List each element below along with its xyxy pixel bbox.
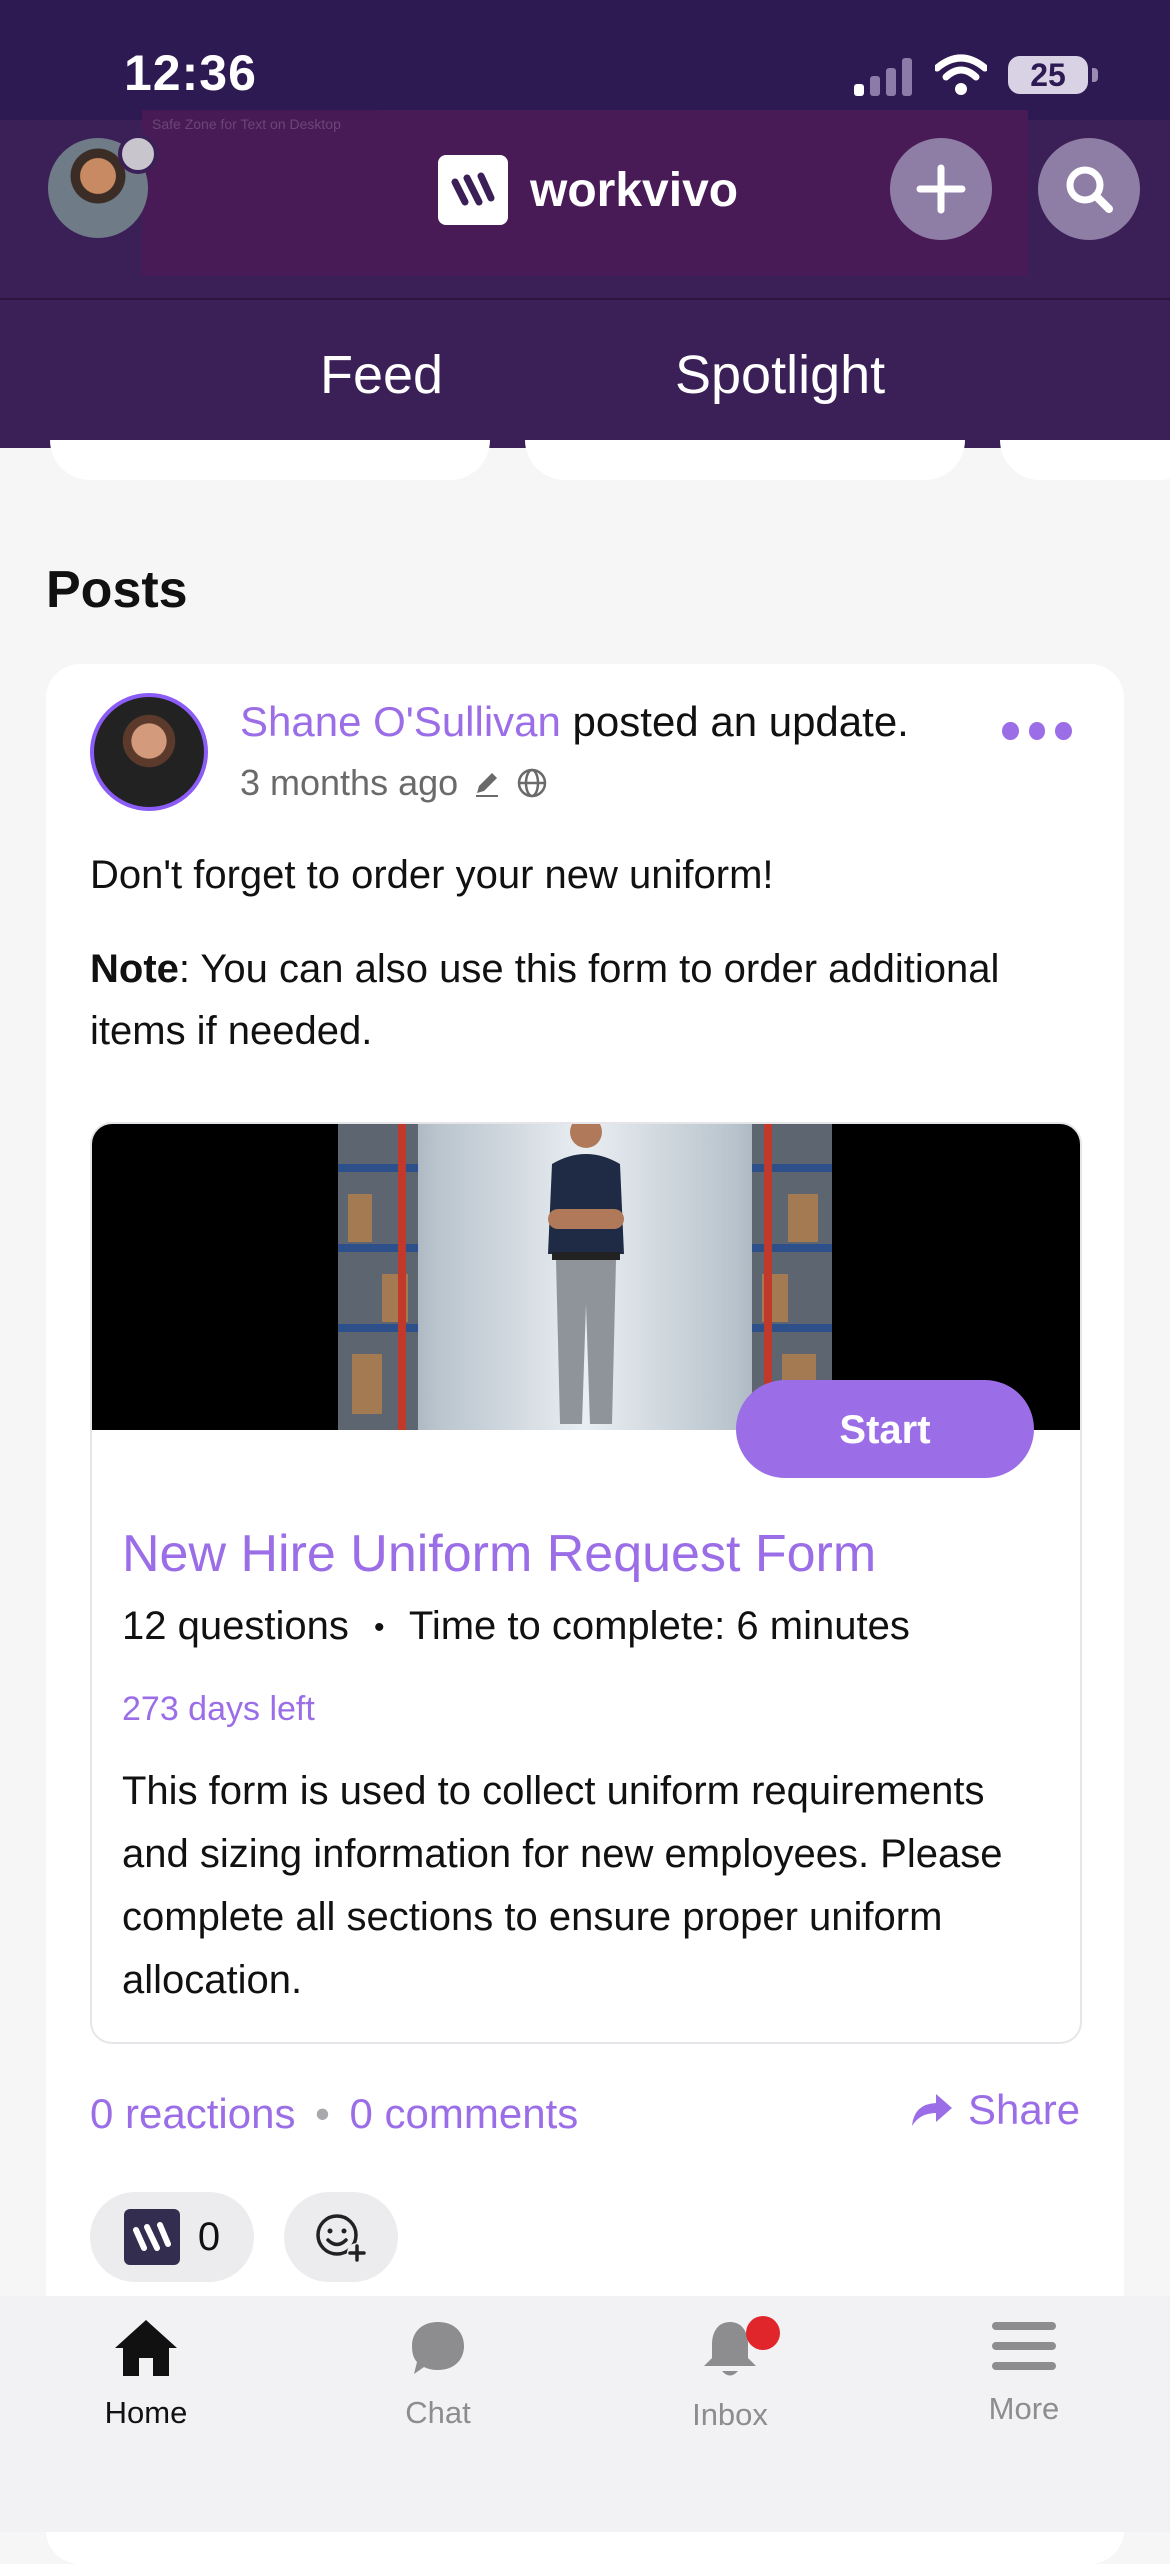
wifi-icon [935,54,987,95]
nav-label: Inbox [692,2397,768,2432]
nav-chat[interactable]: Chat [338,2316,538,2431]
comments-count[interactable]: 0 comments [350,2090,579,2137]
form-attachment[interactable]: Start New Hire Uniform Request Form 12 q… [90,1122,1082,2044]
time-to-complete: Time to complete: 6 minutes [408,1604,910,1648]
home-icon [115,2320,177,2376]
status-time: 12:36 [124,45,257,101]
shelf-image [338,1124,418,1430]
reaction-count: 0 [197,2214,221,2259]
post-stats: 0 reactions • 0 comments [90,2090,578,2138]
question-count: 12 questions [122,1604,349,1648]
share-label: Share [968,2086,1081,2133]
status-bar: 12:36 25 [0,0,1170,120]
tab-feed[interactable]: Feed [320,344,443,406]
note-text: : You can also use this form to order ad… [90,947,1000,1053]
carousel-card-peek[interactable] [525,440,965,480]
form-title[interactable]: New Hire Uniform Request Form [122,1524,876,1584]
battery-indicator: 25 [1008,56,1098,94]
create-button[interactable] [890,138,992,240]
form-info: 12 questions • Time to complete: 6 minut… [122,1604,910,1649]
add-reaction-button[interactable] [284,2192,398,2282]
person-image [548,1124,624,1424]
search-icon [1066,166,1113,213]
note-label: Note [90,947,179,991]
reactions-count[interactable]: 0 reactions [90,2090,295,2137]
signal-icon [854,58,914,96]
add-emoji-icon [316,2214,367,2263]
post-note: Note: You can also use this form to orde… [90,938,1070,1062]
author-avatar[interactable] [90,693,208,811]
form-image: Start [92,1124,1080,1478]
post-action: posted an update. [560,698,909,745]
brand: workvivo [438,155,738,225]
tab-bar: Feed Spotlight [0,298,1170,450]
tab-spotlight[interactable]: Spotlight [675,344,885,406]
share-icon [912,2094,952,2126]
start-button[interactable]: Start [736,1380,1034,1478]
chat-icon [412,2322,464,2374]
search-button[interactable] [1038,138,1140,240]
pencil-icon [476,773,499,797]
presence-indicator [118,134,158,174]
nav-label: Chat [405,2395,471,2430]
nav-home[interactable]: Home [46,2316,246,2431]
workvivo-reaction-icon [123,2209,180,2265]
stats-separator: • [315,2090,330,2137]
days-left: 273 days left [122,1690,315,1728]
notification-badge [746,2316,780,2350]
post-time: 3 months ago [240,762,459,803]
nav-label: Home [104,2395,188,2430]
info-separator: • [373,1611,385,1645]
section-title: Posts [46,561,188,619]
form-description: This form is used to collect uniform req… [122,1769,1003,2002]
post-text: Don't forget to order your new uniform! [90,853,774,897]
nav-more[interactable]: More [924,2316,1124,2427]
share-button[interactable]: Share [910,2086,1080,2134]
safe-zone-label: Safe Zone for Text on Desktop [152,116,341,132]
bottom-nav: Home Chat Inbox More [0,2296,1170,2532]
nav-inbox[interactable]: Inbox [630,2316,830,2433]
more-options-icon[interactable] [1002,722,1073,748]
workvivo-logo-icon [438,155,508,225]
menu-icon [992,2322,1056,2370]
uniform-photo [338,1124,832,1430]
brand-name: workvivo [530,163,739,217]
carousel-card-peek[interactable] [50,440,490,480]
plus-icon [916,164,966,214]
carousel-card-peek[interactable] [1000,440,1170,480]
author-name[interactable]: Shane O'Sullivan [240,698,561,745]
reaction-pill[interactable]: 0 [90,2192,254,2282]
globe-icon [517,768,547,798]
post-meta: 3 months ago [240,762,548,804]
nav-label: More [988,2391,1060,2426]
post-header: Shane O'Sullivan posted an update. [240,698,909,746]
